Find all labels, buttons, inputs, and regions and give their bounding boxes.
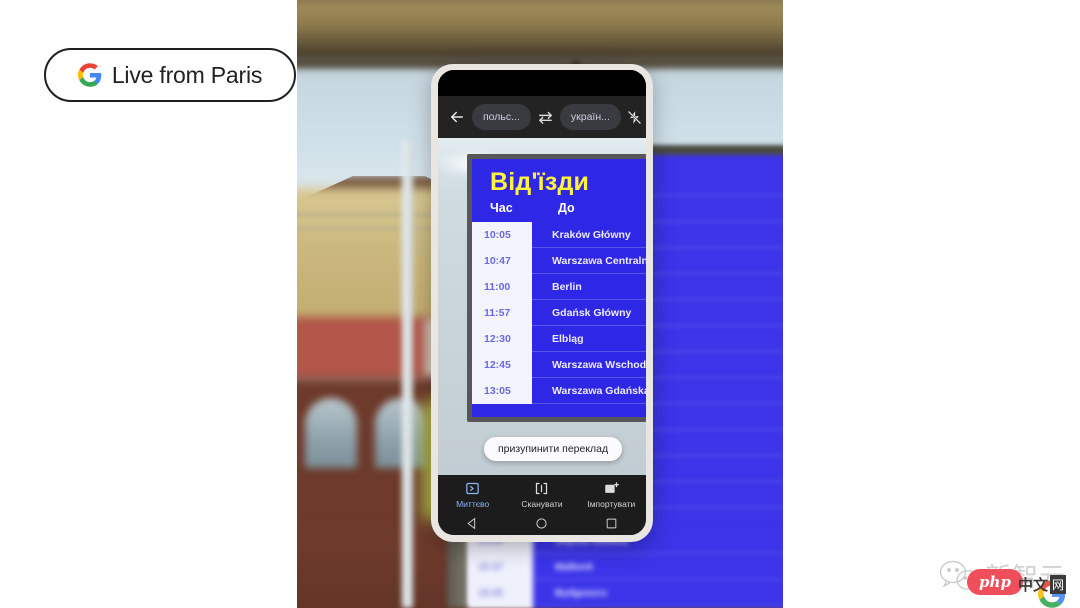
cn-watermark-box: 网 [1049, 575, 1066, 594]
departure-destination: Warszawa Wschodnia [552, 359, 646, 372]
cn-watermark-badge: 中文 网 [1018, 574, 1066, 595]
departure-time: 13:05 [484, 385, 511, 398]
scan-brackets-icon [536, 482, 548, 495]
instant-translate-icon [466, 482, 479, 495]
board-row: 16:05 Bydgoszcz [468, 580, 783, 606]
scene-pole [402, 140, 413, 608]
board-row-time: 16:05 [468, 580, 533, 606]
cn-watermark-text: 中文 [1017, 576, 1048, 594]
departure-row: 13:05 Warszawa Gdańska [472, 378, 646, 405]
board-row-destination: Malbork [533, 554, 783, 580]
mode-label: Миттєво [456, 499, 490, 509]
google-g-icon [77, 63, 102, 87]
scene-canopy [297, 0, 783, 62]
scene-arch [305, 398, 357, 468]
departure-time: 11:00 [484, 281, 511, 294]
board-row-time: 15:37 [468, 554, 533, 580]
departure-destination: Kraków Główny [552, 229, 631, 242]
column-header-destination: До [558, 201, 575, 216]
departure-row: 11:57 Gdańsk Główny [472, 300, 646, 327]
back-arrow-icon[interactable] [448, 108, 466, 126]
mode-switcher: Миттєво Сканувати Імпортувати [438, 475, 646, 511]
camera-viewfinder[interactable]: Від'їзди Час До 10:05 Kraków Główny 10:4… [438, 138, 646, 475]
board-row: 15:37 Malbork [468, 554, 783, 580]
column-header-time: Час [490, 201, 513, 216]
departure-row: 12:30 Elbląg [472, 326, 646, 353]
departure-time: 11:57 [484, 307, 511, 320]
ar-board-column-headers: Час До [472, 195, 646, 222]
departure-row: 10:05 Kraków Główny [472, 222, 646, 249]
board-row-destination: Bydgoszcz [533, 580, 783, 606]
departure-destination: Warszawa Gdańska [552, 385, 646, 398]
departure-destination: Berlin [552, 281, 582, 294]
departure-time: 12:30 [484, 333, 511, 346]
departure-destination: Elbląg [552, 333, 584, 346]
php-watermark-badge: php [967, 569, 1023, 595]
mode-instant[interactable]: Миттєво [440, 481, 506, 509]
departure-time: 10:05 [484, 229, 511, 242]
mode-scan[interactable]: Сканувати [509, 481, 575, 509]
android-navigation-bar [438, 511, 646, 535]
departure-row: 11:00 Berlin [472, 274, 646, 301]
target-language-chip[interactable]: україн... [559, 104, 621, 130]
mode-import[interactable]: Імпортувати [578, 481, 644, 509]
import-image-icon [605, 482, 619, 493]
android-back-icon[interactable] [466, 517, 479, 530]
android-home-icon[interactable] [535, 517, 548, 530]
departure-destination: Warszawa Centralna [552, 255, 646, 268]
departure-time: 10:47 [484, 255, 511, 268]
mode-label: Сканувати [521, 499, 563, 509]
phone-mockup: польс... україн... Від'їзди Час До 10:05… [431, 64, 653, 542]
departure-row: 10:47 Warszawa Centralna [472, 248, 646, 275]
ar-board-rows: 10:05 Kraków Główny 10:47 Warszawa Centr… [472, 222, 646, 405]
badge-label: Live from Paris [111, 61, 263, 88]
swap-languages-icon[interactable] [537, 109, 554, 126]
mode-label: Імпортувати [587, 499, 636, 509]
pause-translation-button[interactable]: призупинити переклад [484, 437, 623, 461]
status-bar [438, 70, 646, 96]
departure-destination: Gdańsk Główny [552, 307, 632, 320]
ar-translated-departure-board: Від'їзди Час До 10:05 Kraków Główny 10:4… [467, 154, 646, 422]
departure-time: 12:45 [484, 359, 511, 372]
scene-arch [375, 398, 427, 468]
screenshot-root: Live from Paris 15:37 Malbork 16:05 Bydg… [0, 0, 1080, 608]
ar-board-title: Від'їзди [490, 168, 590, 196]
android-recents-icon[interactable] [605, 517, 618, 530]
live-from-paris-badge: Live from Paris [44, 48, 296, 102]
translate-top-toolbar: польс... україн... [438, 96, 646, 138]
source-language-chip[interactable]: польс... [472, 104, 531, 130]
flash-off-icon[interactable] [627, 109, 642, 126]
departure-row: 12:45 Warszawa Wschodnia [472, 352, 646, 379]
phone-screen: польс... україн... Від'їзди Час До 10:05… [438, 70, 646, 535]
translate-bottom-toolbar: Миттєво Сканувати Імпортувати [438, 475, 646, 535]
